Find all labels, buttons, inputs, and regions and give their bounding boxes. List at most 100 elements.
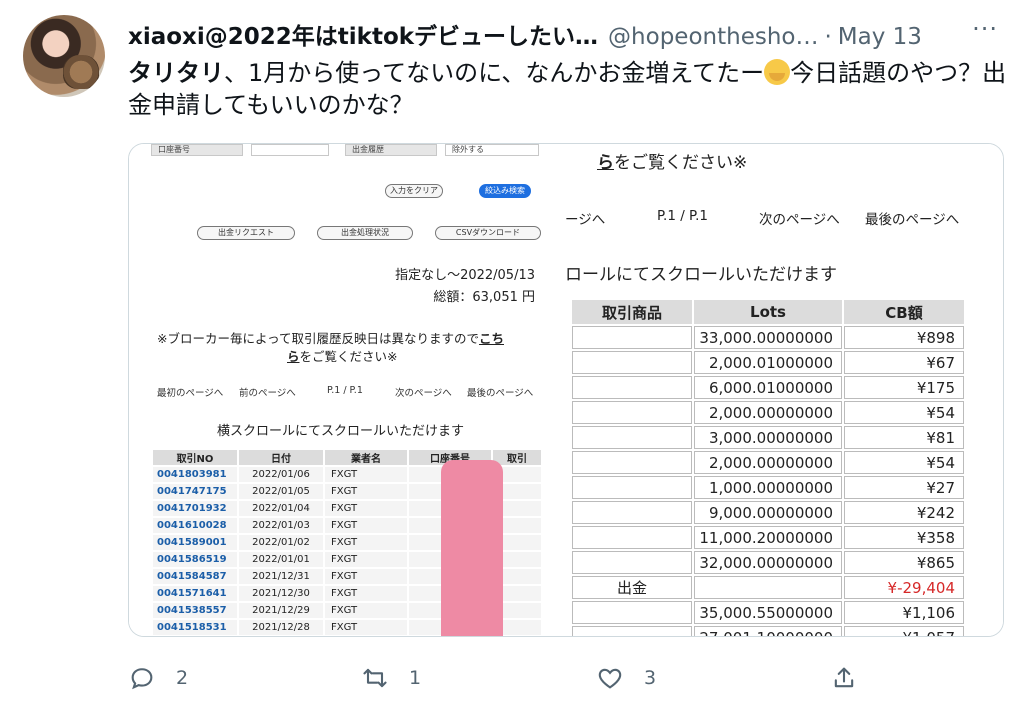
cashback-cell: ¥358 [844, 526, 964, 549]
date-cell: 2022/01/06 [237, 465, 325, 484]
reply-button[interactable]: 2 [128, 658, 188, 698]
transaction-no-link[interactable]: 0041701932 [151, 499, 239, 518]
nav-prev-page[interactable]: ージへ [565, 208, 605, 228]
like-count: 3 [644, 667, 657, 689]
exclude-checkbox-label[interactable]: 除外する [445, 144, 539, 156]
media-image-right[interactable]: らをご覧ください※ ージへ P.1 / P.1 次のページへ 最後のページへ ロ… [565, 144, 1003, 636]
product-cell [572, 426, 692, 449]
transaction-no-link[interactable]: 0041589001 [151, 533, 239, 552]
product-cell [572, 626, 692, 636]
nav-next-page[interactable]: 次のページへ [395, 385, 452, 399]
col-header: 日付 [237, 448, 325, 467]
withdrawal-status-button[interactable]: 出金処理状況 [317, 226, 413, 240]
product-cell [572, 326, 692, 349]
filter-search-button[interactable]: 絞込み検索 [479, 184, 531, 198]
product-cell [572, 351, 692, 374]
tweet-media[interactable]: 口座番号 出金履歴 除外する 入力をクリア 絞込み検索 出金リクエスト 出金処理… [128, 143, 1004, 637]
share-icon [834, 667, 854, 688]
retweet-icon [363, 668, 387, 688]
table-row: 6,000.01000000 ¥175 [572, 376, 964, 399]
date-cell: 2021/12/31 [237, 567, 325, 586]
table-row: 35,000.55000000 ¥1,106 [572, 601, 964, 624]
product-cell [572, 526, 692, 549]
transaction-no-link[interactable]: 0041586519 [151, 550, 239, 569]
nav-last-page[interactable]: 最後のページへ [865, 208, 959, 228]
user-handle[interactable]: @hopeonthesho… [608, 24, 818, 50]
transaction-no-link[interactable]: 0041571641 [151, 584, 239, 603]
transaction-no-link[interactable]: 0041538557 [151, 601, 239, 620]
table-row: 27,001.10000000¥1,057 [572, 626, 964, 636]
transaction-no-link[interactable]: 0041584587 [151, 567, 239, 586]
notice-link[interactable]: こち [479, 331, 504, 346]
cashback-cell: ¥67 [844, 351, 964, 374]
notice-link-2[interactable]: ら [287, 349, 300, 364]
transaction-no-link[interactable]: 0041803981 [151, 465, 239, 484]
account-number-input[interactable] [251, 144, 329, 156]
product-cell [572, 476, 692, 499]
separator: · [824, 24, 832, 50]
product-cell [572, 601, 692, 624]
broker-cell: FXGT [323, 567, 409, 586]
scroll-note: 横スクロールにてスクロールいただけます [217, 424, 465, 439]
product-cell [572, 376, 692, 399]
lots-cell: 32,000.00000000 [694, 551, 842, 574]
broker-cell: FXGT [323, 584, 409, 603]
table-row: 2,000.01000000 ¥67 [572, 351, 964, 374]
notice-text-a: ※ブローカー毎によって取引履歴反映日は異なりますので [157, 331, 479, 346]
nav-next-page[interactable]: 次のページへ [759, 208, 840, 228]
product-cell [572, 401, 692, 424]
broker-cell: FXGT [323, 601, 409, 620]
table-row: 出金 ¥-29,404 [572, 576, 964, 599]
col-header: 業者名 [323, 448, 409, 467]
broker-cell: FXGT [323, 465, 409, 484]
nav-first-page[interactable]: 最初のページへ [157, 385, 223, 399]
col-header: 取引商品 [572, 300, 692, 324]
broker-cell: FXGT [323, 482, 409, 501]
like-button[interactable]: 3 [596, 658, 656, 698]
display-name[interactable]: xiaoxi@2022年はtiktokデビューしたい… [128, 24, 598, 50]
more-icon[interactable]: ··· [972, 15, 998, 43]
transaction-no-link[interactable]: 0041610028 [151, 516, 239, 535]
csv-download-button[interactable]: CSVダウンロード [435, 226, 541, 240]
notice-text: をご覧ください※ [614, 153, 748, 173]
notice-line: らをご覧ください※ [597, 148, 747, 173]
nav-prev-page[interactable]: 前のページへ [239, 385, 296, 399]
retweet-count: 1 [409, 667, 422, 689]
account-number-label: 口座番号 [151, 144, 243, 156]
hugging-face-emoji [764, 59, 791, 85]
tweet-date[interactable]: May 13 [838, 24, 922, 50]
table-row: 9,000.00000000 ¥242 [572, 501, 964, 524]
transaction-no-link[interactable]: 0041518531 [151, 618, 239, 636]
cashback-cell: ¥54 [844, 401, 964, 424]
tweet-text-part-a: 、1月から使ってないのに、なんかお金増えてたー [224, 59, 765, 87]
broker-cell: FXGT [323, 516, 409, 535]
date-range: 指定なし〜2022/05/13 [395, 268, 535, 283]
broker-cell: FXGT [323, 618, 409, 636]
clear-input-button[interactable]: 入力をクリア [385, 184, 443, 198]
cashback-cell: ¥1,057 [844, 626, 964, 636]
product-cell [572, 551, 692, 574]
lots-cell: 2,000.00000000 [694, 451, 842, 474]
lots-cell [694, 576, 842, 599]
reply-count: 2 [176, 667, 189, 689]
cashback-cell: ¥54 [844, 451, 964, 474]
date-cell: 2022/01/05 [237, 482, 325, 501]
withdrawal-history-label: 出金履歴 [345, 144, 437, 156]
transaction-no-link[interactable]: 0041747175 [151, 482, 239, 501]
table-row: 32,000.00000000 ¥865 [572, 551, 964, 574]
media-image-left[interactable]: 口座番号 出金履歴 除外する 入力をクリア 絞込み検索 出金リクエスト 出金処理… [129, 144, 565, 636]
table-row: 2,000.00000000 ¥54 [572, 401, 964, 424]
retweet-button[interactable]: 1 [361, 658, 421, 698]
table-row: 3,000.00000000 ¥81 [572, 426, 964, 449]
nav-last-page[interactable]: 最後のページへ [467, 385, 533, 399]
share-button[interactable] [830, 658, 878, 698]
avatar[interactable] [23, 15, 105, 97]
lots-cell: 3,000.00000000 [694, 426, 842, 449]
filter-bar: 口座番号 出金履歴 除外する [151, 144, 541, 156]
date-cell: 2022/01/04 [237, 499, 325, 518]
cashback-cell: ¥-29,404 [844, 576, 964, 599]
notice-line-2: らをご覧ください※ [287, 346, 398, 365]
lots-cell: 27,001.10000000 [694, 626, 842, 636]
withdrawal-request-button[interactable]: 出金リクエスト [197, 226, 295, 240]
notice-link[interactable]: ら [597, 153, 614, 173]
